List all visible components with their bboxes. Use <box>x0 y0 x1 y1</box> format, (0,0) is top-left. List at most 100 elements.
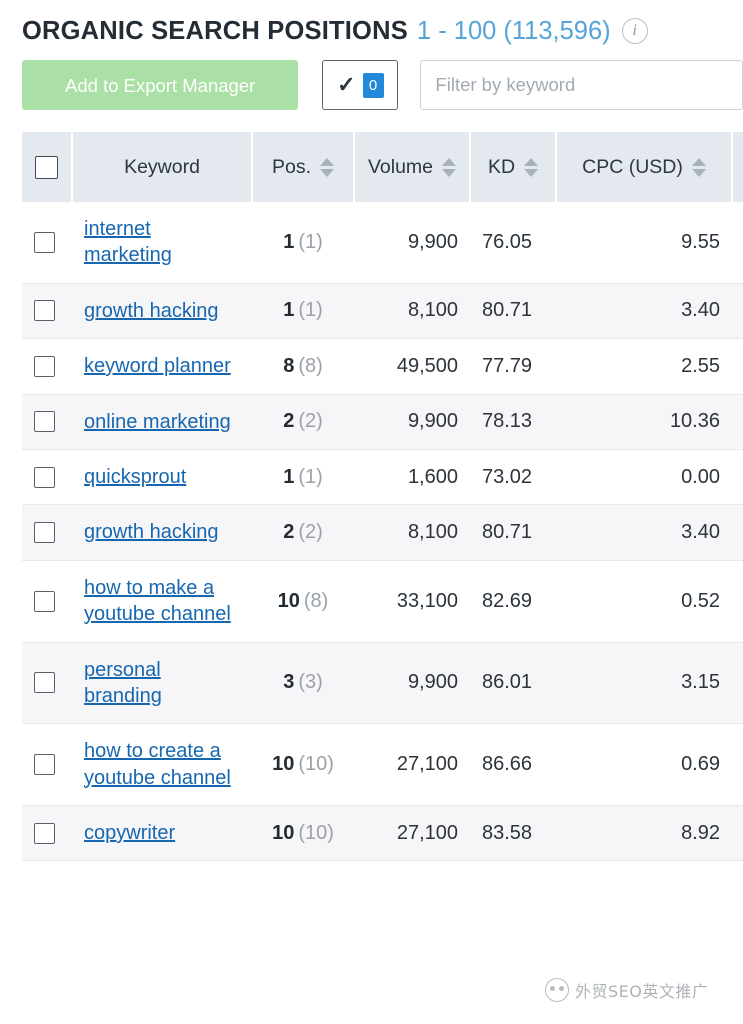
position-previous: (10) <box>298 821 334 844</box>
position-previous: (2) <box>298 521 323 544</box>
filter-by-keyword-input[interactable] <box>420 60 743 110</box>
row-checkbox[interactable] <box>34 466 55 488</box>
overflow-cell <box>732 449 743 506</box>
sort-descending-icon[interactable] <box>691 168 706 177</box>
keyword-link[interactable]: personal branding <box>84 659 162 707</box>
keyword-link[interactable]: keyword planner <box>84 355 231 377</box>
cpc-cell: 0.52 <box>556 560 732 643</box>
row-checkbox[interactable] <box>34 822 55 844</box>
sort-arrows-icon[interactable] <box>524 157 539 177</box>
select-all-checkbox[interactable] <box>35 155 58 179</box>
keyword-cell: how to make a youtube channel <box>72 560 252 643</box>
kd-cell: 77.79 <box>470 338 556 395</box>
keyword-link[interactable]: growth hacking <box>84 521 219 543</box>
selected-count-badge: 0 <box>362 72 384 98</box>
row-checkbox[interactable] <box>34 590 55 612</box>
position-current: 10 <box>277 589 300 612</box>
position-previous: (2) <box>298 410 323 433</box>
column-header-keyword[interactable]: Keyword <box>72 132 253 202</box>
kd-cell: 83.58 <box>470 805 556 862</box>
row-select-cell[interactable] <box>22 394 72 450</box>
row-select-cell[interactable] <box>22 338 72 395</box>
sort-ascending-icon[interactable] <box>320 157 335 166</box>
sort-descending-icon[interactable] <box>442 168 457 177</box>
row-checkbox[interactable] <box>34 672 55 694</box>
kd-cell: 82.69 <box>470 560 556 643</box>
position-cell: 1 (1) <box>252 283 354 340</box>
position-cell: 1 (1) <box>252 202 354 284</box>
sort-arrows-icon[interactable] <box>691 157 706 177</box>
watermark: 外贸SEO英文推广 <box>545 978 708 1002</box>
keyword-link[interactable]: internet marketing <box>84 218 172 266</box>
toolbar: Add to Export Manager ✓ 0 <box>0 60 743 110</box>
row-checkbox[interactable] <box>34 300 55 322</box>
table-row: internet marketing 1 (1) 9,900 76.05 9.55 <box>22 202 743 284</box>
table-row: growth hacking 1 (1) 8,100 80.71 3.40 <box>22 283 743 340</box>
column-header-pos[interactable]: Pos. <box>252 132 355 202</box>
overflow-cell <box>732 338 743 395</box>
row-select-cell[interactable] <box>22 642 72 725</box>
row-select-cell[interactable] <box>22 449 72 506</box>
sort-descending-icon[interactable] <box>320 168 335 177</box>
row-checkbox[interactable] <box>34 411 55 433</box>
keyword-cell: quicksprout <box>72 449 252 506</box>
volume-cell: 49,500 <box>354 338 470 395</box>
kd-cell: 78.13 <box>470 394 556 450</box>
sort-arrows-icon[interactable] <box>320 157 335 177</box>
row-select-cell[interactable] <box>22 283 72 340</box>
volume-cell: 27,100 <box>354 723 470 807</box>
sort-arrows-icon[interactable] <box>442 157 457 177</box>
position-current: 8 <box>283 354 295 377</box>
result-range-label[interactable]: 1 - 100 (113,596) <box>417 17 611 46</box>
volume-cell: 33,100 <box>354 560 470 643</box>
table-body: internet marketing 1 (1) 9,900 76.05 9.55 grow… <box>22 202 743 862</box>
position-previous: (10) <box>298 753 334 776</box>
keyword-link[interactable]: how to make a youtube channel <box>84 577 231 625</box>
position-previous: (8) <box>298 354 323 377</box>
keyword-cell: growth hacking <box>72 283 252 340</box>
position-current: 3 <box>283 671 295 694</box>
info-icon[interactable]: i <box>621 18 648 44</box>
position-current: 10 <box>272 753 295 776</box>
keyword-link[interactable]: copywriter <box>84 822 175 844</box>
position-current: 1 <box>283 299 295 322</box>
position-cell: 2 (2) <box>252 394 354 450</box>
row-checkbox[interactable] <box>34 522 55 544</box>
position-cell: 1 (1) <box>252 449 354 506</box>
row-checkbox[interactable] <box>34 754 55 776</box>
row-select-cell[interactable] <box>22 504 72 561</box>
row-select-cell[interactable] <box>22 805 72 862</box>
row-checkbox[interactable] <box>34 231 55 253</box>
position-current: 10 <box>272 821 295 844</box>
column-header-kd[interactable]: KD <box>470 132 557 202</box>
volume-cell: 8,100 <box>354 504 470 561</box>
keyword-link[interactable]: how to create a youtube channel <box>84 740 231 788</box>
overflow-cell <box>732 202 743 284</box>
row-select-cell[interactable] <box>22 723 72 807</box>
row-select-cell[interactable] <box>22 202 72 284</box>
position-current: 2 <box>283 410 295 433</box>
keyword-link[interactable]: growth hacking <box>84 300 219 322</box>
keyword-link[interactable]: quicksprout <box>84 466 186 488</box>
page-header: ORGANIC SEARCH POSITIONS 1 - 100 (113,59… <box>0 0 743 45</box>
position-cell: 2 (2) <box>252 504 354 561</box>
sort-descending-icon[interactable] <box>524 168 539 177</box>
keyword-link[interactable]: online marketing <box>84 411 231 433</box>
column-header-cpc-label: CPC (USD) <box>582 155 683 178</box>
overflow-cell <box>732 642 743 725</box>
add-to-export-manager-button[interactable]: Add to Export Manager <box>22 60 299 110</box>
row-select-cell[interactable] <box>22 560 72 643</box>
volume-cell: 8,100 <box>354 283 470 340</box>
sort-ascending-icon[interactable] <box>524 157 539 166</box>
position-previous: (1) <box>298 299 323 322</box>
column-header-kd-label: KD <box>487 155 516 178</box>
sort-ascending-icon[interactable] <box>691 157 706 166</box>
row-checkbox[interactable] <box>34 355 55 377</box>
page-title: ORGANIC SEARCH POSITIONS <box>22 16 408 45</box>
column-header-volume[interactable]: Volume <box>354 132 471 202</box>
table-row: quicksprout 1 (1) 1,600 73.02 0.00 <box>22 449 743 506</box>
column-header-select-all[interactable] <box>22 132 73 202</box>
sort-ascending-icon[interactable] <box>442 157 457 166</box>
selected-count-toggle[interactable]: ✓ 0 <box>322 60 399 110</box>
column-header-cpc[interactable]: CPC (USD) <box>556 132 733 202</box>
